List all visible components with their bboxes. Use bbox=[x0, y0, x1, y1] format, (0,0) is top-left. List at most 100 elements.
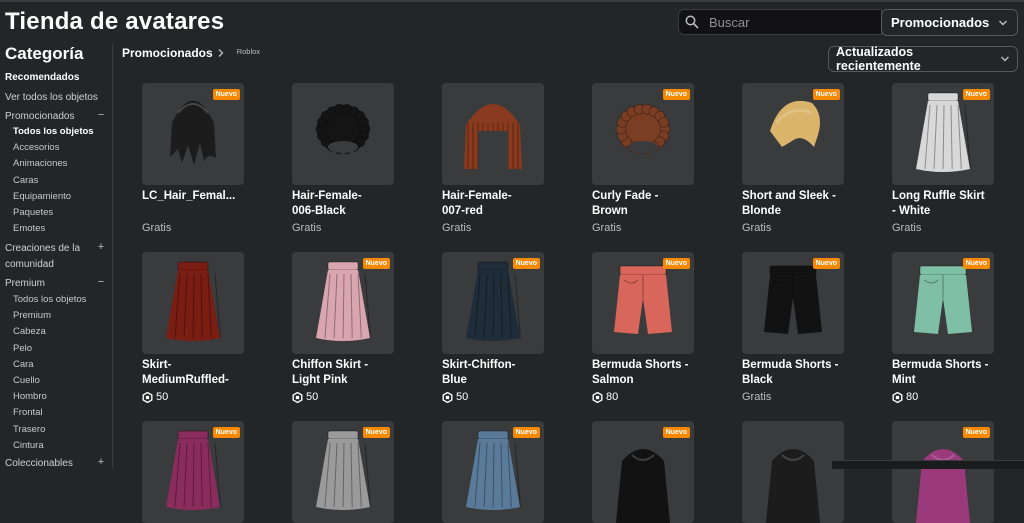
sidebar-item-creaciones[interactable]: Creaciones de la bbox=[5, 243, 80, 254]
item-price: Gratis bbox=[742, 391, 771, 403]
sort-select-value: Actualizados recientemente bbox=[836, 45, 921, 73]
item-name[interactable]: Chiffon Skirt - Light Pink bbox=[292, 358, 412, 388]
search-input[interactable] bbox=[709, 14, 859, 30]
item-price-value: Gratis bbox=[892, 222, 922, 234]
item-name[interactable]: Skirt-Chiffon- Blue bbox=[442, 358, 562, 388]
expand-icon[interactable]: + bbox=[96, 241, 106, 253]
item-thumbnail[interactable]: Nuevo bbox=[742, 252, 844, 354]
new-badge: Nuevo bbox=[212, 427, 240, 438]
sidebar-item-promocionados[interactable]: Promocionados bbox=[5, 111, 74, 122]
item-price-value: 80 bbox=[606, 391, 619, 403]
chevron-down-icon bbox=[999, 20, 1007, 25]
item-thumbnail[interactable] bbox=[142, 252, 244, 354]
robux-icon bbox=[442, 391, 453, 403]
sidebar-subitem-promocionados-2[interactable]: Animaciones bbox=[13, 158, 67, 169]
sidebar-subitem-premium-4[interactable]: Cara bbox=[13, 359, 34, 370]
sidebar-subitem-premium-7[interactable]: Frontal bbox=[13, 407, 43, 418]
top-border bbox=[0, 0, 1024, 2]
breadcrumb: Promocionados Roblox bbox=[122, 46, 260, 60]
item-price: Gratis bbox=[592, 222, 621, 234]
item-price: Gratis bbox=[892, 222, 921, 234]
sidebar-title: Categoría bbox=[5, 44, 84, 63]
sidebar-subitem-premium-0[interactable]: Todos los objetos bbox=[13, 294, 86, 305]
item-name-line1: Long Ruffle Skirt bbox=[892, 190, 985, 202]
sidebar-subitem-promocionados-1[interactable]: Accesorios bbox=[13, 142, 59, 153]
sidebar-subitem-premium-1[interactable]: Premium bbox=[13, 310, 51, 321]
breadcrumb-main[interactable]: Promocionados bbox=[122, 46, 213, 60]
item-thumbnail[interactable]: Nuevo bbox=[592, 252, 694, 354]
new-badge: Nuevo bbox=[662, 89, 690, 100]
item-thumbnail[interactable]: Nuevo bbox=[742, 83, 844, 185]
item-thumbnail[interactable]: Nuevo bbox=[292, 421, 394, 523]
sidebar-item-coleccionables[interactable]: Coleccionables bbox=[5, 458, 73, 469]
item-thumbnail[interactable]: Nuevo bbox=[592, 83, 694, 185]
item-name[interactable]: Short and Sleek - Blonde bbox=[742, 189, 862, 219]
sidebar-item-premium[interactable]: Premium bbox=[5, 278, 45, 289]
item-thumbnail[interactable]: Nuevo bbox=[592, 421, 694, 523]
item-thumbnail[interactable]: Nuevo bbox=[442, 252, 544, 354]
item-name[interactable]: Bermuda Shorts - Salmon bbox=[592, 358, 712, 388]
sidebar-subitem-promocionados-3[interactable]: Caras bbox=[13, 175, 38, 186]
sidebar-item-ver-todos[interactable]: Ver todos los objetos bbox=[5, 92, 98, 103]
item-price-value: Gratis bbox=[442, 222, 472, 234]
item-name[interactable]: Hair-Female- 006-Black bbox=[292, 189, 412, 219]
robux-icon bbox=[592, 391, 603, 403]
item-name[interactable]: Curly Fade - Brown bbox=[592, 189, 712, 219]
item-price-value: Gratis bbox=[142, 222, 172, 234]
new-badge: Nuevo bbox=[512, 258, 540, 269]
sidebar-subitem-promocionados-6[interactable]: Emotes bbox=[13, 223, 45, 234]
sidebar-subitem-premium-8[interactable]: Trasero bbox=[13, 424, 45, 435]
item-name-line1: Bermuda Shorts - bbox=[892, 359, 989, 371]
item-name[interactable]: Hair-Female- 007-red bbox=[442, 189, 562, 219]
collapse-icon[interactable]: − bbox=[96, 109, 106, 121]
expand-icon[interactable]: + bbox=[96, 456, 106, 468]
item-name[interactable]: LC_Hair_Femal... bbox=[142, 189, 262, 204]
sidebar-subitem-premium-2[interactable]: Cabeza bbox=[13, 326, 46, 337]
search-box[interactable] bbox=[678, 9, 882, 35]
item-image bbox=[166, 261, 221, 341]
category-select-value: Promocionados bbox=[891, 15, 990, 30]
chevron-right-icon bbox=[218, 49, 224, 57]
new-badge: Nuevo bbox=[212, 89, 240, 100]
item-name-line1: Skirt- bbox=[142, 359, 172, 371]
item-thumbnail[interactable]: Nuevo bbox=[892, 252, 994, 354]
category-select[interactable]: Promocionados bbox=[881, 9, 1018, 36]
item-price-value: Gratis bbox=[742, 391, 772, 403]
item-name-line1: Hair-Female- bbox=[442, 190, 512, 202]
sidebar-item-recomendados[interactable]: Recomendados bbox=[5, 72, 79, 83]
item-thumbnail[interactable]: Nuevo bbox=[892, 83, 994, 185]
item-price: 50 bbox=[142, 391, 168, 403]
item-thumbnail[interactable]: Nuevo bbox=[142, 83, 244, 185]
page-title: Tienda de avatares bbox=[5, 8, 225, 35]
item-thumbnail[interactable]: Nuevo bbox=[442, 421, 544, 523]
item-name[interactable]: Bermuda Shorts - Black bbox=[742, 358, 862, 388]
search-icon bbox=[685, 15, 699, 29]
item-price-value: Gratis bbox=[292, 222, 322, 234]
sidebar-subitem-premium-9[interactable]: Cintura bbox=[13, 440, 44, 451]
item-name-line2: Blue bbox=[442, 374, 467, 386]
item-thumbnail[interactable]: Nuevo bbox=[292, 252, 394, 354]
item-thumbnail[interactable]: Nuevo bbox=[142, 421, 244, 523]
item-thumbnail[interactable] bbox=[742, 421, 844, 523]
new-badge: Nuevo bbox=[362, 258, 390, 269]
sort-select[interactable]: Actualizados recientemente bbox=[828, 45, 1018, 73]
sidebar-subitem-promocionados-4[interactable]: Equipamiento bbox=[13, 191, 71, 202]
item-thumbnail[interactable] bbox=[442, 83, 544, 185]
sidebar-subitem-premium-6[interactable]: Hombro bbox=[13, 391, 47, 402]
item-name-line2: MediumRuffled- bbox=[142, 374, 229, 386]
item-thumbnail[interactable] bbox=[292, 83, 394, 185]
item-name[interactable]: Bermuda Shorts - Mint bbox=[892, 358, 1012, 388]
item-name-line2: 006-Black bbox=[292, 205, 346, 217]
collapse-icon[interactable]: − bbox=[96, 276, 106, 288]
robux-icon bbox=[892, 391, 903, 403]
chevron-down-icon bbox=[1001, 56, 1010, 62]
sidebar-subitem-premium-5[interactable]: Cuello bbox=[13, 375, 40, 386]
item-name[interactable]: Skirt- MediumRuffled- bbox=[142, 358, 262, 388]
item-price: Gratis bbox=[742, 222, 771, 234]
sidebar-subitem-premium-3[interactable]: Pelo bbox=[13, 343, 32, 354]
sidebar-subitem-promocionados-0[interactable]: Todos los objetos bbox=[13, 126, 94, 137]
item-thumbnail[interactable]: Nuevo bbox=[892, 421, 994, 523]
sidebar-subitem-promocionados-5[interactable]: Paquetes bbox=[13, 207, 53, 218]
breadcrumb-sub[interactable]: Roblox bbox=[237, 47, 260, 56]
item-name[interactable]: Long Ruffle Skirt - White bbox=[892, 189, 1012, 219]
